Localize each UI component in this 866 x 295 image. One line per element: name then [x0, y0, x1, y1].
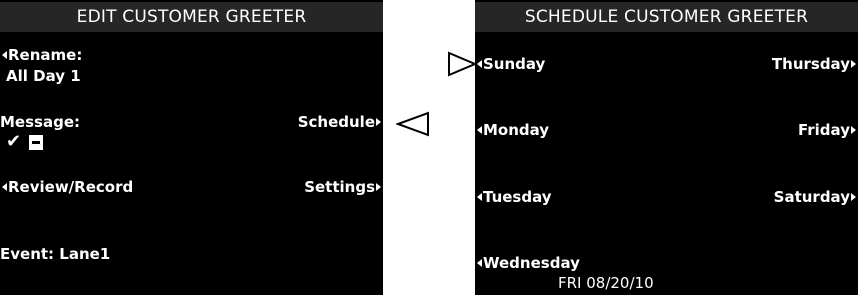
day-wednesday-button[interactable]: Wednesday — [477, 254, 580, 273]
day-label: Friday — [797, 121, 850, 139]
greeter-name-value: All Day 1 — [6, 67, 81, 85]
current-date: FRI 08/20/10 — [558, 274, 654, 292]
arrow-left-icon — [477, 193, 482, 201]
schedule-customer-greeter-screen: SCHEDULE CUSTOMER GREETER Sunday Monday … — [475, 0, 858, 295]
day-label: Saturday — [773, 188, 850, 206]
review-record-button[interactable]: Review/Record — [2, 178, 133, 197]
day-saturday-button[interactable]: Saturday — [774, 188, 856, 207]
review-record-label: Review/Record — [8, 178, 134, 196]
day-tuesday-button[interactable]: Tuesday — [477, 188, 552, 207]
rename-button[interactable]: Rename: — [2, 46, 82, 65]
event-text: Event: Lane1 — [0, 245, 111, 263]
settings-label: Settings — [304, 178, 375, 196]
arrow-right-icon — [851, 193, 856, 201]
edit-customer-greeter-screen: EDIT CUSTOMER GREETER Rename: All Day 1 … — [0, 0, 383, 295]
day-label: Wednesday — [483, 254, 580, 272]
arrow-left-icon — [477, 60, 482, 68]
arrow-right-icon — [376, 118, 381, 126]
message-label: Message: — [0, 113, 80, 131]
rename-label: Rename: — [8, 46, 83, 64]
arrow-left-icon — [2, 51, 7, 59]
arrow-right-icon — [376, 183, 381, 191]
schedule-label: Schedule — [297, 113, 375, 131]
triangle-left-outline-icon — [396, 111, 429, 137]
minus-box-icon — [29, 135, 43, 150]
screen-title: EDIT CUSTOMER GREETER — [0, 2, 383, 32]
arrow-left-icon — [2, 183, 7, 191]
triangle-right-outline-icon — [448, 51, 477, 77]
checkmark-icon: ✔ — [6, 131, 22, 152]
day-monday-button[interactable]: Monday — [477, 121, 549, 140]
arrow-left-icon — [477, 126, 482, 134]
arrow-left-icon — [477, 259, 482, 267]
arrow-right-icon — [851, 60, 856, 68]
day-label: Thursday — [771, 55, 850, 73]
settings-button[interactable]: Settings — [304, 178, 381, 197]
screen-title: SCHEDULE CUSTOMER GREETER — [475, 2, 858, 32]
day-friday-button[interactable]: Friday — [798, 121, 856, 140]
day-label: Monday — [483, 121, 550, 139]
day-sunday-button[interactable]: Sunday — [477, 55, 545, 74]
schedule-button[interactable]: Schedule — [298, 113, 381, 132]
day-label: Tuesday — [483, 188, 552, 206]
day-thursday-button[interactable]: Thursday — [772, 55, 856, 74]
day-label: Sunday — [483, 55, 546, 73]
arrow-right-icon — [851, 126, 856, 134]
